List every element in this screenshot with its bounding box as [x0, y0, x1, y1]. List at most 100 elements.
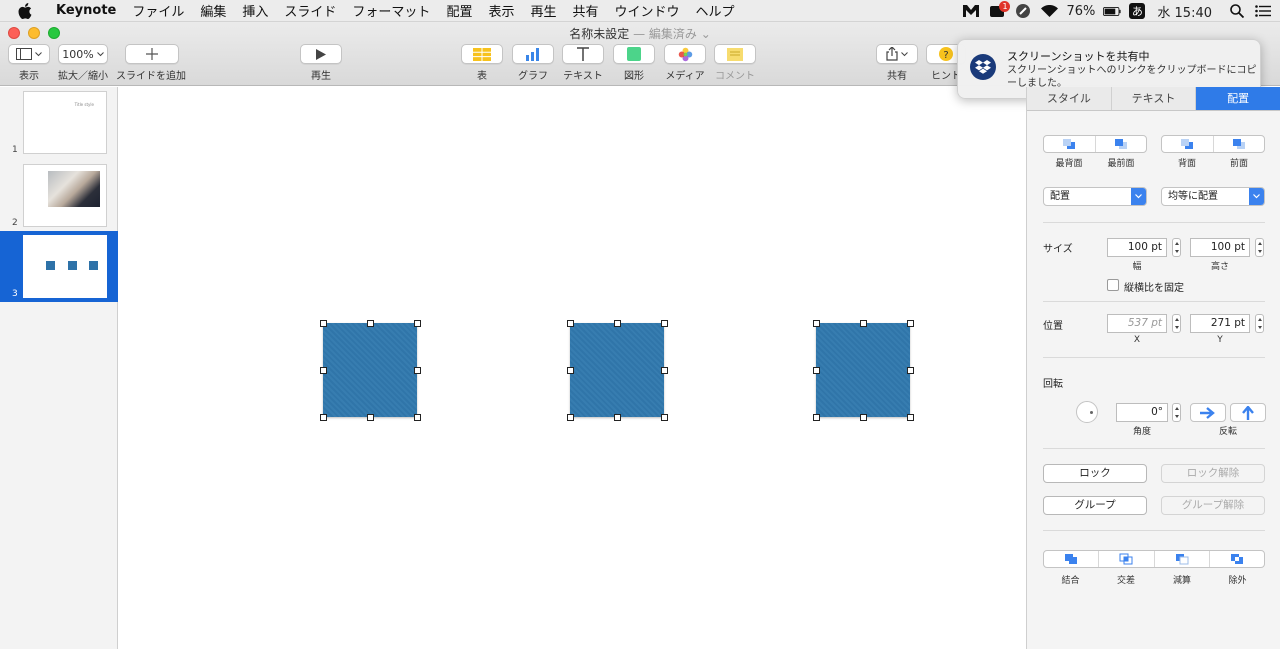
intersect-button[interactable] — [1099, 551, 1155, 567]
y-stepper[interactable] — [1255, 314, 1264, 333]
play-button[interactable] — [300, 44, 342, 64]
resize-handle[interactable] — [319, 413, 327, 421]
rotate-dial[interactable] — [1076, 401, 1098, 423]
input-method-icon[interactable]: あ — [1129, 3, 1146, 19]
forward-button[interactable] — [1214, 136, 1265, 152]
resize-handle[interactable] — [366, 319, 374, 327]
send-to-back-button[interactable] — [1044, 136, 1096, 152]
table-button[interactable] — [461, 44, 503, 64]
resize-handle[interactable] — [812, 413, 820, 421]
menu-file[interactable]: ファイル — [124, 1, 192, 20]
lock-button[interactable]: ロック — [1043, 464, 1147, 483]
height-field[interactable]: 100 pt — [1190, 238, 1250, 257]
resize-handle[interactable] — [319, 366, 327, 374]
media-button[interactable] — [664, 44, 706, 64]
edited-status[interactable]: — 編集済み ⌄ — [633, 27, 711, 41]
width-stepper[interactable] — [1172, 238, 1181, 257]
spotlight-icon[interactable] — [1228, 3, 1246, 19]
comment-button[interactable] — [714, 44, 756, 64]
menu-window[interactable]: ウインドウ — [607, 1, 688, 20]
tab-arrange[interactable]: 配置 — [1196, 87, 1280, 110]
ungroup-button[interactable]: グループ解除 — [1161, 496, 1265, 515]
flip-horizontal-button[interactable] — [1190, 403, 1226, 422]
tab-text[interactable]: テキスト — [1111, 87, 1197, 110]
resize-handle[interactable] — [413, 366, 421, 374]
document-name[interactable]: 名称未設定 — [569, 27, 629, 41]
align-dropdown[interactable]: 配置 — [1043, 187, 1147, 206]
resize-handle[interactable] — [812, 319, 820, 327]
menu-view[interactable]: 表示 — [480, 1, 522, 20]
angle-stepper[interactable] — [1172, 403, 1181, 422]
notification-center-icon[interactable] — [1254, 3, 1272, 19]
backward-button[interactable] — [1162, 136, 1214, 152]
menu-arrange[interactable]: 配置 — [438, 1, 480, 20]
unlock-button[interactable]: ロック解除 — [1161, 464, 1265, 483]
add-slide-button[interactable] — [125, 44, 179, 64]
menu-play[interactable]: 再生 — [522, 1, 564, 20]
square-shape[interactable] — [816, 323, 910, 417]
menu-share[interactable]: 共有 — [564, 1, 606, 20]
resize-handle[interactable] — [613, 413, 621, 421]
zoom-dropdown[interactable]: 100% — [58, 44, 108, 64]
resize-handle[interactable] — [566, 366, 574, 374]
apple-icon[interactable] — [18, 2, 34, 19]
shape-button[interactable] — [613, 44, 655, 64]
view-button[interactable] — [8, 44, 50, 64]
resize-handle[interactable] — [366, 413, 374, 421]
resize-handle[interactable] — [859, 413, 867, 421]
constrain-proportions-checkbox[interactable] — [1107, 279, 1119, 291]
slide-thumbnail[interactable] — [23, 235, 107, 298]
resize-handle[interactable] — [566, 413, 574, 421]
text-button[interactable] — [562, 44, 604, 64]
square-shape[interactable] — [323, 323, 417, 417]
chart-button[interactable] — [512, 44, 554, 64]
menu-help[interactable]: ヘルプ — [688, 1, 743, 20]
menu-slide[interactable]: スライド — [276, 1, 344, 20]
square-shape[interactable] — [570, 323, 664, 417]
slide-thumbnail[interactable]: Title style — [23, 91, 107, 154]
resize-handle[interactable] — [660, 319, 668, 327]
slide-thumbnail-row[interactable]: 2 — [0, 160, 118, 231]
wifi-icon[interactable] — [1040, 3, 1058, 19]
menu-format[interactable]: フォーマット — [344, 1, 438, 20]
share-button[interactable] — [876, 44, 918, 64]
resize-handle[interactable] — [906, 366, 914, 374]
vpn-icon[interactable] — [1014, 3, 1032, 19]
height-stepper[interactable] — [1255, 238, 1264, 257]
resize-handle[interactable] — [906, 319, 914, 327]
slide-canvas[interactable] — [119, 87, 1026, 649]
exclude-button[interactable] — [1210, 551, 1264, 567]
resize-handle[interactable] — [413, 319, 421, 327]
tab-style[interactable]: スタイル — [1027, 87, 1112, 110]
menu-edit[interactable]: 編集 — [192, 1, 234, 20]
x-field[interactable]: 537 pt — [1107, 314, 1167, 333]
slide-thumbnail-row[interactable]: Title style 1 — [0, 87, 118, 158]
width-field[interactable]: 100 pt — [1107, 238, 1167, 257]
group-button[interactable]: グループ — [1043, 496, 1147, 515]
distribute-dropdown[interactable]: 均等に配置 — [1161, 187, 1265, 206]
clock[interactable]: 水 15:40 — [1157, 2, 1212, 21]
resize-handle[interactable] — [613, 319, 621, 327]
slide-thumbnail[interactable] — [23, 164, 107, 227]
x-stepper[interactable] — [1172, 314, 1181, 333]
angle-field[interactable]: 0° — [1116, 403, 1168, 422]
subtract-button[interactable] — [1155, 551, 1210, 567]
y-field[interactable]: 271 pt — [1190, 314, 1250, 333]
resize-handle[interactable] — [413, 413, 421, 421]
resize-handle[interactable] — [566, 319, 574, 327]
mail-icon[interactable] — [962, 3, 980, 19]
menu-app-name[interactable]: Keynote — [48, 3, 124, 18]
flip-vertical-button[interactable] — [1230, 403, 1266, 422]
unite-button[interactable] — [1044, 551, 1100, 567]
menu-insert[interactable]: 挿入 — [234, 1, 276, 20]
slide-thumbnail-row-selected[interactable]: 3 — [0, 231, 118, 302]
resize-handle[interactable] — [812, 366, 820, 374]
resize-handle[interactable] — [906, 413, 914, 421]
resize-handle[interactable] — [859, 319, 867, 327]
resize-handle[interactable] — [660, 366, 668, 374]
resize-handle[interactable] — [660, 413, 668, 421]
battery-icon[interactable] — [1103, 3, 1121, 19]
bring-to-front-button[interactable] — [1096, 136, 1147, 152]
resize-handle[interactable] — [319, 319, 327, 327]
notification-badge-icon[interactable]: 1 — [988, 1, 1011, 19]
